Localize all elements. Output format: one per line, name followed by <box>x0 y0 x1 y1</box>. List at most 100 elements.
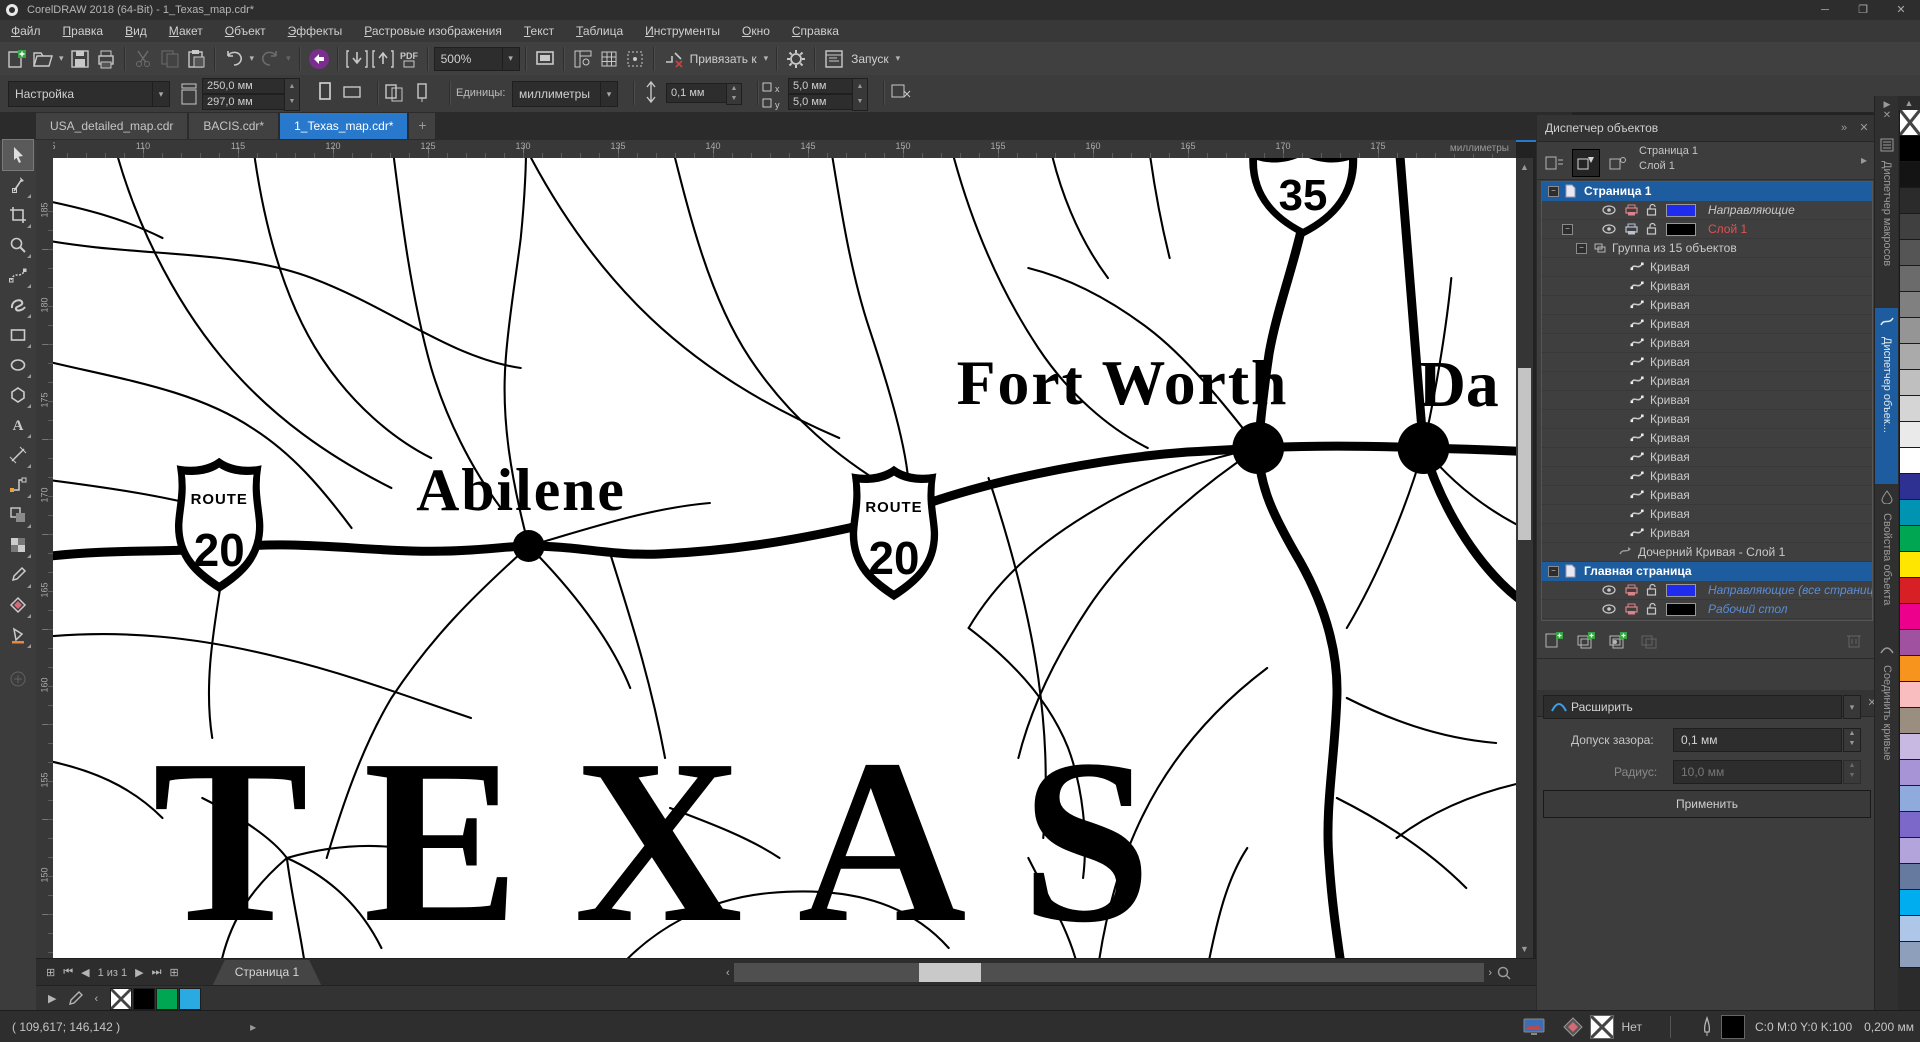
apply-button[interactable]: Применить <box>1543 790 1871 818</box>
tree-row-curve[interactable]: Кривая <box>1542 391 1872 410</box>
scroll-right-icon[interactable]: › <box>1484 967 1496 979</box>
drawing-scale-button[interactable] <box>888 80 914 106</box>
strip-expand-icon[interactable]: ▶ <box>1875 96 1899 110</box>
show-object-properties-button[interactable] <box>1541 150 1567 176</box>
palette-swatch[interactable] <box>1899 786 1920 812</box>
document-color-settings-icon[interactable] <box>1522 1017 1546 1037</box>
visibility-eye-icon[interactable] <box>1602 602 1616 620</box>
palette-swatch[interactable] <box>1899 812 1920 838</box>
palette-swatch[interactable] <box>1899 396 1920 422</box>
vertical-ruler[interactable]: 185180175170165160155150 <box>36 158 54 958</box>
page-tab[interactable]: Страница 1 <box>213 960 321 985</box>
layer-manager-view-button[interactable] <box>1605 150 1631 176</box>
zoom-tool[interactable] <box>3 230 33 260</box>
crop-tool[interactable] <box>3 200 33 230</box>
palette-swatch[interactable] <box>1899 162 1920 188</box>
context-flyout-icon[interactable]: ▸ <box>1861 153 1867 167</box>
horizontal-scroll-thumb[interactable] <box>919 963 981 982</box>
menu-Правка[interactable]: Правка <box>52 20 115 42</box>
palette-swatch[interactable] <box>1899 890 1920 916</box>
palette-swatch[interactable] <box>1899 292 1920 318</box>
open-button[interactable] <box>30 46 56 72</box>
outline-color-swatch[interactable] <box>1721 1015 1745 1039</box>
undo-button[interactable] <box>221 46 247 72</box>
save-button[interactable] <box>67 46 93 72</box>
palette-swatch[interactable] <box>1899 318 1920 344</box>
palette-swatch[interactable] <box>1899 500 1920 526</box>
smart-fill-tool[interactable] <box>3 620 33 650</box>
tree-row-curve[interactable]: Кривая <box>1542 277 1872 296</box>
printable-icon[interactable] <box>1624 583 1639 601</box>
page-size-spinner[interactable]: ▲▼ <box>284 78 300 111</box>
tree-row-desktop[interactable]: Рабочий стол <box>1542 600 1872 619</box>
tree-row-curve[interactable]: Кривая <box>1542 505 1872 524</box>
palette-swatch[interactable] <box>1899 526 1920 552</box>
palette-swatch[interactable] <box>1899 552 1920 578</box>
tree-row-group[interactable]: −Группа из 15 объектов <box>1542 239 1872 258</box>
palette-flyout-icon[interactable]: ▶ <box>44 992 60 1005</box>
palette-swatch[interactable] <box>1899 214 1920 240</box>
menu-Окно[interactable]: Окно <box>731 20 781 42</box>
printable-icon[interactable] <box>1624 602 1639 620</box>
tree-row-grid[interactable]: Сетка <box>1542 619 1872 621</box>
strip-close-icon[interactable]: ✕ <box>1875 110 1899 121</box>
status-flyout-icon[interactable]: ▸ <box>250 1020 256 1034</box>
palette-swatch[interactable] <box>1899 682 1920 708</box>
palette-swatch[interactable] <box>1899 916 1920 942</box>
doc-palette-no-color-swatch[interactable] <box>110 988 132 1010</box>
doc-palette-swatch[interactable] <box>179 988 201 1010</box>
menu-Текст[interactable]: Текст <box>513 20 565 42</box>
expander-icon[interactable]: − <box>1562 224 1573 235</box>
vertical-scroll-thumb[interactable] <box>1518 368 1531 540</box>
join-mode-combo[interactable]: Расширить <box>1543 695 1842 719</box>
palette-scroll-left-icon[interactable]: ‹ <box>90 993 102 1005</box>
tree-row-curve[interactable]: Кривая <box>1542 353 1872 372</box>
search-content-button[interactable] <box>306 46 332 72</box>
tree-row-curve[interactable]: Кривая <box>1542 448 1872 467</box>
tree-row-curve[interactable]: Кривая <box>1542 429 1872 448</box>
import-button[interactable] <box>344 46 370 72</box>
lock-icon[interactable] <box>1646 222 1657 240</box>
gap-tolerance-spinner[interactable]: ▲▼ <box>1843 728 1861 752</box>
palette-swatch[interactable] <box>1899 136 1920 162</box>
palette-swatch[interactable] <box>1899 864 1920 890</box>
tree-row-page[interactable]: −Страница 1 <box>1542 182 1872 201</box>
tree-row-curve[interactable]: Кривая <box>1542 372 1872 391</box>
paste-button[interactable] <box>183 46 209 72</box>
landscape-button[interactable] <box>340 80 366 106</box>
portrait-button[interactable] <box>312 80 338 106</box>
lock-icon[interactable] <box>1646 203 1657 221</box>
page-width-input[interactable]: 250,0 мм <box>202 78 290 94</box>
tree-row-master[interactable]: −Главная страница <box>1542 562 1872 581</box>
scroll-left-icon[interactable]: ‹ <box>722 967 734 979</box>
expander-icon[interactable]: − <box>1548 566 1559 577</box>
duplicate-y-input[interactable]: 5,0 мм <box>788 94 858 110</box>
tree-row-curve[interactable]: Кривая <box>1542 486 1872 505</box>
document-tab-2[interactable]: 1_Texas_map.cdr* <box>280 113 407 139</box>
snap-to-label[interactable]: Привязать к <box>686 52 761 66</box>
palette-swatch[interactable] <box>1899 188 1920 214</box>
visibility-eye-icon[interactable] <box>1602 583 1616 601</box>
tree-row-guides[interactable]: Направляющие <box>1542 201 1872 220</box>
artistic-media-tool[interactable] <box>3 290 33 320</box>
palette-swatch[interactable] <box>1899 266 1920 292</box>
horizontal-ruler[interactable]: миллиметры 10511011512012513013514014515… <box>53 140 1516 159</box>
show-rulers-button[interactable] <box>570 46 596 72</box>
palette-swatch[interactable] <box>1899 656 1920 682</box>
palette-swatch[interactable] <box>1899 422 1920 448</box>
nudge-spinner[interactable]: ▲▼ <box>726 83 742 105</box>
next-page-button[interactable]: ▶ <box>131 966 147 979</box>
scroll-up-icon[interactable]: ▲ <box>1516 158 1533 176</box>
lock-icon[interactable] <box>1646 602 1657 620</box>
layer-color-swatch[interactable] <box>1666 584 1696 597</box>
expander-icon[interactable]: − <box>1576 243 1587 254</box>
zoom-level-combo[interactable]: 500%▾ <box>434 47 520 71</box>
menu-Файл[interactable]: Файл <box>0 20 52 42</box>
outline-pen-icon[interactable] <box>1699 1016 1715 1038</box>
tree-row-curve[interactable]: Кривая <box>1542 524 1872 543</box>
palette-swatch[interactable] <box>1899 344 1920 370</box>
maximize-button[interactable]: ❐ <box>1844 0 1882 20</box>
add-tool-button[interactable] <box>3 664 33 694</box>
layer-color-swatch[interactable] <box>1666 603 1696 616</box>
new-document-tab[interactable]: + <box>409 113 435 139</box>
